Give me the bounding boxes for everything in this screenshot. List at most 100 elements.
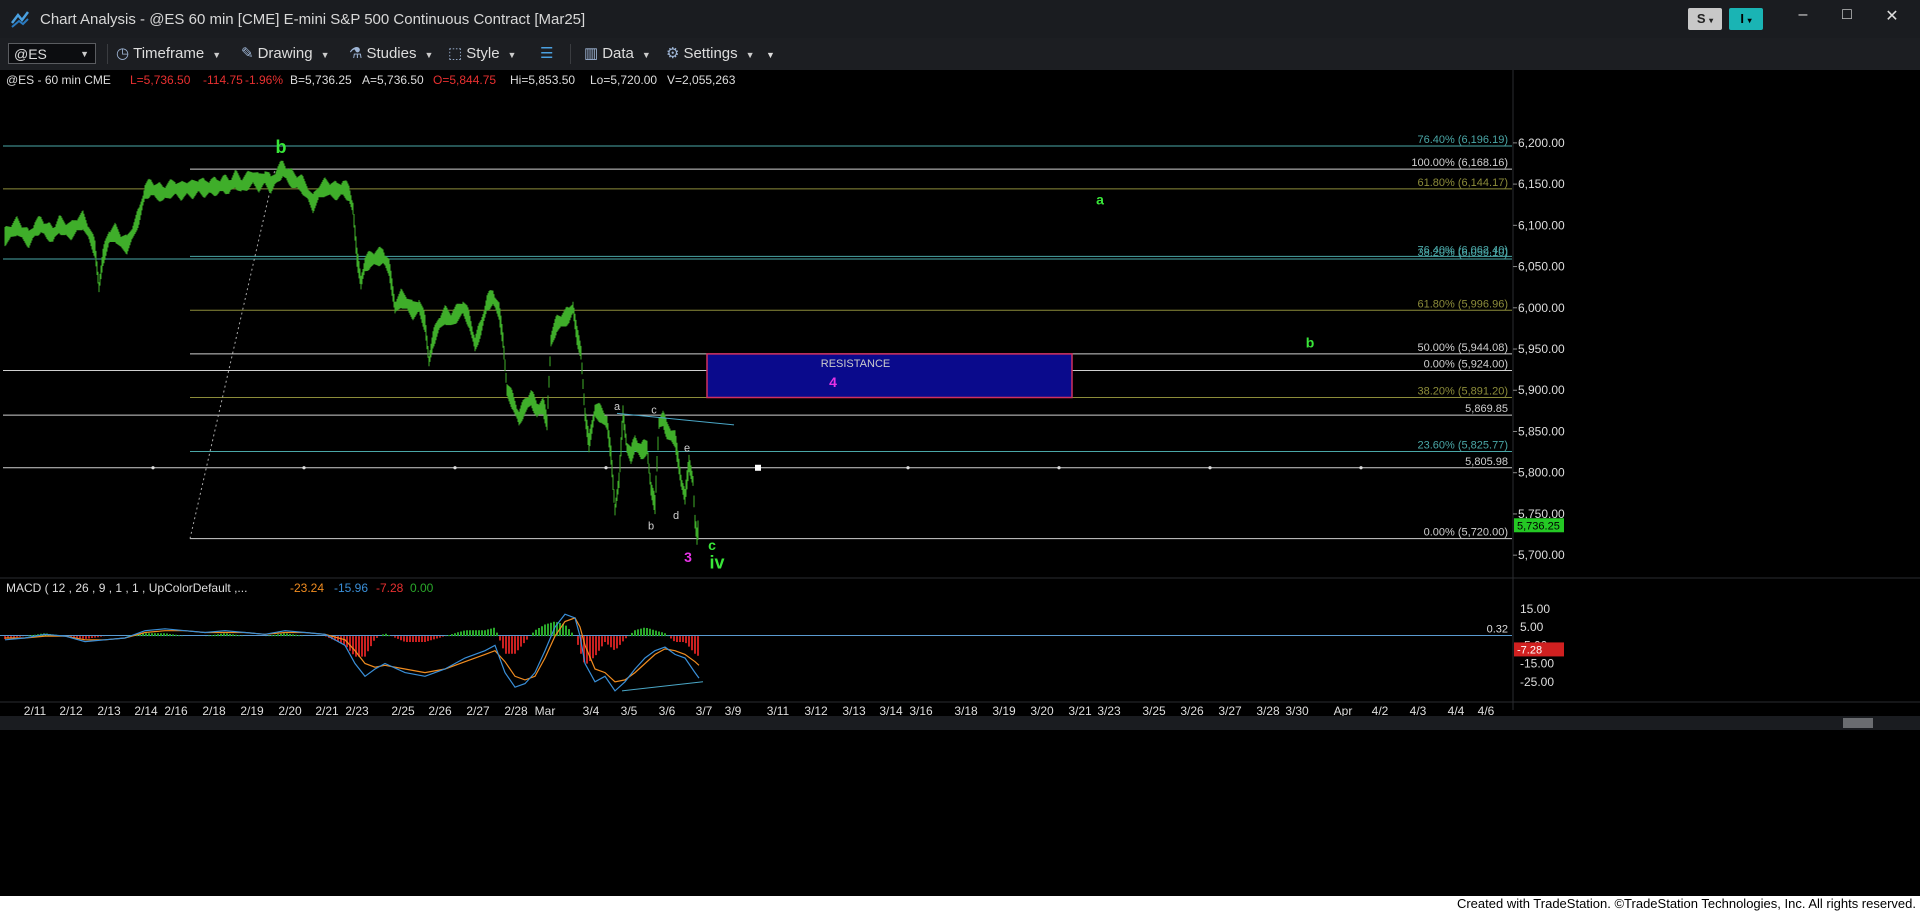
volume-text: V=2,055,263 [667, 73, 736, 87]
fib-label: 0.00% (5,924.00) [1424, 358, 1508, 370]
time-tick-label: 2/11 [24, 704, 47, 718]
wave-label: b [648, 521, 654, 533]
fib-label: 100.00% (6,168.16) [1411, 157, 1508, 169]
line-marker [453, 466, 457, 470]
fib-layer: 76.40% (6,196.19) 100.00% (6,168.16) 61.80… [3, 134, 1512, 540]
fib-label: 38.20% (5,891.20) [1417, 386, 1508, 398]
time-tick-label: 3/27 [1218, 704, 1242, 718]
fib-label: 38.20% (6,059.10) [1417, 247, 1508, 259]
style-menu[interactable]: ⬚ Style ▼ [448, 44, 516, 62]
signal-value: -15.96 [334, 581, 368, 595]
wave-4-label: 4 [829, 374, 837, 390]
zero-value: 0.00 [410, 581, 434, 595]
time-tick-label: 3/11 [767, 704, 790, 718]
resistance-label: RESISTANCE [821, 358, 890, 370]
time-tick-label: 3/16 [909, 704, 933, 718]
time-tick-label: Mar [535, 704, 556, 718]
time-tick-label: 2/27 [466, 704, 490, 718]
macd-layer: 0.3215.005.00-5.00-15.00-25.00-7.28 [0, 602, 1564, 692]
bar-chart-icon: ▥ [584, 45, 599, 62]
line-marker [1359, 466, 1363, 470]
fib-label: 0.00% (5,720.00) [1424, 527, 1508, 539]
time-tick-label: 2/20 [278, 704, 302, 718]
instrument-name: @ES - 60 min CME [6, 73, 111, 87]
wave-label: c [651, 404, 657, 416]
wave-label: c [708, 537, 716, 553]
title-bar: Chart Analysis - @ES 60 min [CME] E-mini… [0, 0, 1920, 39]
change-text: -114.75 [203, 73, 243, 87]
chart-svg[interactable]: @ES - 60 min CME L=5,736.50 -114.75 -1.9… [0, 70, 1920, 896]
pencil-icon: ✎ [241, 45, 254, 62]
maximize-button[interactable]: □ [1837, 6, 1857, 24]
time-tick-label: 3/25 [1142, 704, 1166, 718]
window-title: Chart Analysis - @ES 60 min [CME] E-mini… [40, 11, 586, 28]
time-tick-label: 2/16 [164, 704, 188, 718]
fib-label: 61.80% (5,996.96) [1417, 298, 1508, 310]
horizontal-scrollbar[interactable] [0, 716, 1920, 730]
scrollbar-thumb[interactable] [1843, 718, 1873, 728]
time-axis: 2/11 2/12 2/13 2/14 2/16 2/18 2/19 2/20 2/21 2/23… [24, 704, 1495, 718]
time-tick-label: 2/23 [345, 704, 369, 718]
ask-text: A=5,736.50 [362, 73, 424, 87]
i-button[interactable]: I ▾ [1729, 8, 1763, 30]
macd-ref-label: 0.32 [1487, 624, 1508, 636]
high-text: Hi=5,853.50 [510, 73, 575, 87]
toolbar: @ES ▼ ◷ Timeframe ▼ ✎ Drawing ▼ ⚗ Studies ▼ ⬚ St… [0, 38, 1920, 71]
settings-menu[interactable]: ⚙ Settings ▼ [666, 44, 755, 62]
macd-label: MACD ( 12 , 26 , 9 , 1 , 1 , UpColorDefa… [6, 581, 247, 595]
fib-label: 61.80% (6,144.17) [1417, 177, 1508, 189]
hist-value: -7.28 [376, 581, 404, 595]
time-tick-label: 4/2 [1372, 704, 1389, 718]
footer: Created with TradeStation. ©TradeStation… [0, 896, 1920, 912]
gear-icon: ⚙ [666, 45, 680, 62]
price-tick-label: 6,000.00 [1518, 301, 1565, 315]
low-text: Lo=5,720.00 [590, 73, 657, 87]
flask-icon: ⚗ [349, 45, 363, 62]
close-button[interactable]: ✕ [1882, 6, 1902, 26]
chart-area[interactable]: @ES - 60 min CME L=5,736.50 -114.75 -1.9… [0, 70, 1920, 896]
time-tick-label: 2/28 [504, 704, 528, 718]
line-handle [755, 464, 761, 471]
line-marker [302, 466, 306, 470]
bid-text: B=5,736.25 [290, 73, 352, 87]
layout-button[interactable]: ☰ [540, 44, 557, 62]
data-menu[interactable]: ▥ Data ▼ [584, 44, 651, 62]
drawing-menu[interactable]: ✎ Drawing ▼ [241, 44, 330, 62]
macd-tick-label: 5.00 [1520, 620, 1544, 634]
time-tick-label: 3/21 [1068, 704, 1092, 718]
price-tick-label: 5,900.00 [1518, 383, 1565, 397]
more-chevron-icon[interactable]: ▼ [766, 50, 775, 60]
time-tick-label: 3/5 [621, 704, 638, 718]
last-price-text: L=5,736.50 [130, 73, 191, 87]
price-tick-label: 5,700.00 [1518, 548, 1565, 562]
s-button[interactable]: S ▾ [1688, 8, 1722, 30]
time-tick-label: 3/26 [1180, 704, 1204, 718]
macd-divergence-line [621, 681, 704, 692]
line-marker [906, 466, 910, 470]
price-tick-label: 5,950.00 [1518, 342, 1565, 356]
fib-label: 5,805.98 [1465, 456, 1508, 468]
studies-menu[interactable]: ⚗ Studies ▼ [349, 44, 433, 62]
toolbar-divider [570, 44, 571, 64]
macd-tick-label: 15.00 [1520, 602, 1550, 616]
fib-label: 76.40% (6,196.19) [1417, 134, 1508, 146]
time-tick-label: 2/14 [134, 704, 158, 718]
time-tick-label: 3/9 [725, 704, 742, 718]
macd-histogram-positive [25, 621, 669, 637]
price-bars [4, 160, 699, 545]
timeframe-menu[interactable]: ◷ Timeframe ▼ [116, 44, 221, 62]
wave-label: b [276, 137, 287, 157]
wave-label: iv [709, 552, 724, 572]
layout-icon: ☰ [540, 45, 554, 62]
wave-label: a [614, 401, 621, 413]
time-tick-label: 2/18 [202, 704, 226, 718]
macd-histogram-negative [4, 636, 699, 664]
price-tick-label: 6,200.00 [1518, 136, 1565, 150]
minimize-button[interactable]: – [1793, 6, 1813, 24]
symbol-input[interactable]: @ES ▼ [8, 43, 96, 64]
price-tick-label: 5,850.00 [1518, 424, 1565, 438]
time-tick-label: 3/6 [659, 704, 676, 718]
style-icon: ⬚ [448, 45, 463, 62]
resistance-layer: RESISTANCE 4 [706, 353, 1073, 399]
time-tick-label: 2/12 [59, 704, 83, 718]
